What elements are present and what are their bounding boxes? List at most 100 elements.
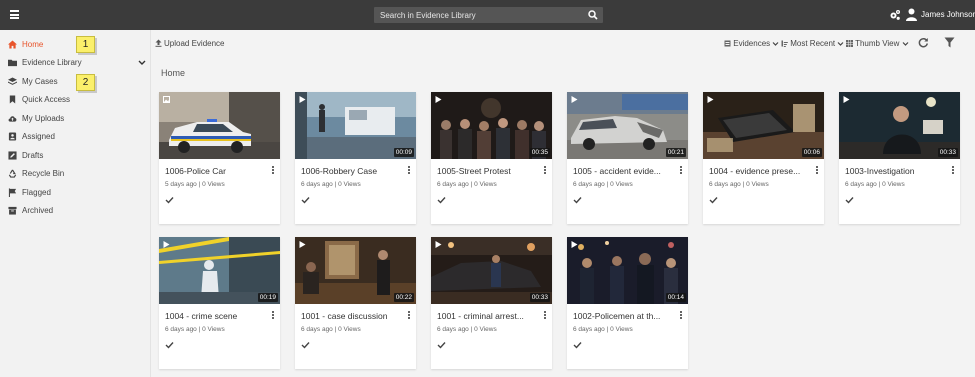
card-title[interactable]: 1006-Robbery Case bbox=[301, 166, 399, 176]
more-options-icon[interactable] bbox=[815, 166, 819, 176]
more-options-icon[interactable] bbox=[271, 311, 275, 321]
sort-dropdown[interactable]: Most Recent bbox=[781, 39, 844, 48]
checkmark-icon[interactable] bbox=[165, 196, 174, 204]
card-title[interactable]: 1005-Street Protest bbox=[437, 166, 535, 176]
search-icon[interactable] bbox=[588, 10, 598, 20]
evidence-card[interactable]: 00:09 1006-Robbery Case 6 days ago | 0 V… bbox=[295, 92, 416, 224]
evidence-card[interactable]: 00:35 1005-Street Protest 6 days ago | 0… bbox=[431, 92, 552, 224]
card-meta: 6 days ago | 0 Views bbox=[709, 181, 769, 188]
card-title[interactable]: 1004 - crime scene bbox=[165, 311, 263, 321]
sidebar-item-recycle-bin[interactable]: Recycle Bin bbox=[0, 166, 150, 182]
more-options-icon[interactable] bbox=[407, 311, 411, 321]
user-name[interactable]: James Johnson bbox=[921, 10, 975, 19]
card-title[interactable]: 1002-Policemen at th... bbox=[573, 311, 671, 321]
evidence-card[interactable]: 00:33 1003-Investigation 6 days ago | 0 … bbox=[839, 92, 960, 224]
thumbnail[interactable]: 00:35 bbox=[431, 92, 552, 159]
checkmark-icon[interactable] bbox=[845, 196, 854, 204]
checkmark-icon[interactable] bbox=[301, 341, 310, 349]
thumbnail[interactable]: 00:19 bbox=[159, 237, 280, 304]
callout-badge-2: 2 bbox=[76, 74, 95, 91]
evidence-type-dropdown[interactable]: Evidences bbox=[724, 39, 779, 48]
user-icon[interactable] bbox=[906, 8, 917, 21]
card-title[interactable]: 1001 - case discussion bbox=[301, 311, 399, 321]
more-options-icon[interactable] bbox=[271, 166, 275, 176]
play-icon bbox=[571, 241, 578, 248]
more-options-icon[interactable] bbox=[679, 311, 683, 321]
sidebar-item-label: Flagged bbox=[22, 188, 51, 197]
evidence-card[interactable]: 00:14 1002-Policemen at th... 6 days ago… bbox=[567, 237, 688, 369]
thumbnail[interactable]: 00:21 bbox=[567, 92, 688, 159]
evidence-card[interactable]: 00:33 1001 - criminal arrest... 6 days a… bbox=[431, 237, 552, 369]
checkmark-icon[interactable] bbox=[437, 196, 446, 204]
refresh-icon[interactable] bbox=[918, 37, 929, 48]
more-options-icon[interactable] bbox=[679, 166, 683, 176]
sidebar-item-assigned[interactable]: Assigned bbox=[0, 129, 150, 145]
evidence-card[interactable]: 00:21 1005 - accident evide... 6 days ag… bbox=[567, 92, 688, 224]
duration-badge: 00:33 bbox=[937, 148, 958, 157]
card-meta: 6 days ago | 0 Views bbox=[437, 181, 497, 188]
evidence-type-icon bbox=[724, 40, 731, 47]
chevron-down-icon[interactable] bbox=[138, 59, 146, 66]
checkmark-icon[interactable] bbox=[573, 196, 582, 204]
sidebar-item-quick-access[interactable]: Quick Access bbox=[0, 92, 150, 108]
layers-icon bbox=[8, 77, 17, 85]
evidence-card[interactable]: 1006-Police Car 5 days ago | 0 Views bbox=[159, 92, 280, 224]
evidence-card[interactable]: 00:22 1001 - case discussion 6 days ago … bbox=[295, 237, 416, 369]
hamburger-menu-icon[interactable] bbox=[10, 10, 19, 19]
card-title[interactable]: 1001 - criminal arrest... bbox=[437, 311, 535, 321]
thumbnail[interactable]: 00:22 bbox=[295, 237, 416, 304]
sidebar-item-label: My Uploads bbox=[22, 114, 65, 123]
search-box[interactable] bbox=[374, 7, 603, 23]
card-title[interactable]: 1003-Investigation bbox=[845, 166, 943, 176]
card-title[interactable]: 1004 - evidence prese... bbox=[709, 166, 807, 176]
evidence-card[interactable]: 00:06 1004 - evidence prese... 6 days ag… bbox=[703, 92, 824, 224]
card-title[interactable]: 1006-Police Car bbox=[165, 166, 263, 176]
thumbnail[interactable]: 00:14 bbox=[567, 237, 688, 304]
gear-icon[interactable] bbox=[889, 9, 901, 21]
more-options-icon[interactable] bbox=[951, 166, 955, 176]
sidebar-item-label: Drafts bbox=[22, 151, 44, 160]
checkmark-icon[interactable] bbox=[709, 196, 718, 204]
card-title[interactable]: 1005 - accident evide... bbox=[573, 166, 671, 176]
sidebar-item-drafts[interactable]: Drafts bbox=[0, 148, 150, 164]
checkmark-icon[interactable] bbox=[573, 341, 582, 349]
play-icon bbox=[843, 96, 850, 103]
more-options-icon[interactable] bbox=[543, 166, 547, 176]
checkmark-icon[interactable] bbox=[437, 341, 446, 349]
more-options-icon[interactable] bbox=[407, 166, 411, 176]
thumbnail-image-police-car bbox=[159, 92, 280, 159]
evidence-card[interactable]: 00:19 1004 - crime scene 6 days ago | 0 … bbox=[159, 237, 280, 369]
sort-icon bbox=[781, 40, 788, 47]
card-meta: 6 days ago | 0 Views bbox=[301, 326, 361, 333]
play-icon bbox=[435, 96, 442, 103]
card-meta: 6 days ago | 0 Views bbox=[573, 181, 633, 188]
thumbnail[interactable]: 00:33 bbox=[839, 92, 960, 159]
upload-evidence-button[interactable]: Upload Evidence bbox=[155, 39, 224, 48]
thumbnail[interactable] bbox=[159, 92, 280, 159]
more-options-icon[interactable] bbox=[543, 311, 547, 321]
sidebar-item-my-cases[interactable]: My Cases bbox=[0, 74, 150, 90]
checkmark-icon[interactable] bbox=[165, 341, 174, 349]
search-input[interactable] bbox=[374, 7, 584, 23]
thumbnail[interactable]: 00:09 bbox=[295, 92, 416, 159]
view-value: Thumb View bbox=[855, 39, 900, 48]
evidence-type-value: Evidences bbox=[733, 39, 771, 48]
sidebar-item-my-uploads[interactable]: My Uploads bbox=[0, 111, 150, 127]
upload-icon bbox=[155, 39, 162, 47]
thumbnail[interactable]: 00:33 bbox=[431, 237, 552, 304]
sidebar-item-home[interactable]: Home bbox=[0, 37, 150, 53]
pencil-icon bbox=[8, 151, 17, 160]
duration-badge: 00:22 bbox=[393, 293, 414, 302]
main-content: Upload Evidence Evidences Most Recent Th… bbox=[151, 30, 975, 377]
image-type-icon bbox=[163, 96, 170, 103]
filter-icon[interactable] bbox=[944, 37, 955, 48]
sidebar-item-archived[interactable]: Archived bbox=[0, 203, 150, 219]
checkmark-icon[interactable] bbox=[301, 196, 310, 204]
view-dropdown[interactable]: Thumb View bbox=[846, 39, 909, 48]
sidebar-item-evidence-library[interactable]: Evidence Library bbox=[0, 55, 150, 71]
sidebar-item-label: My Cases bbox=[22, 77, 58, 86]
thumbnail[interactable]: 00:06 bbox=[703, 92, 824, 159]
home-icon bbox=[8, 40, 17, 49]
sidebar-item-label: Evidence Library bbox=[22, 58, 82, 67]
sidebar-item-flagged[interactable]: Flagged bbox=[0, 185, 150, 201]
